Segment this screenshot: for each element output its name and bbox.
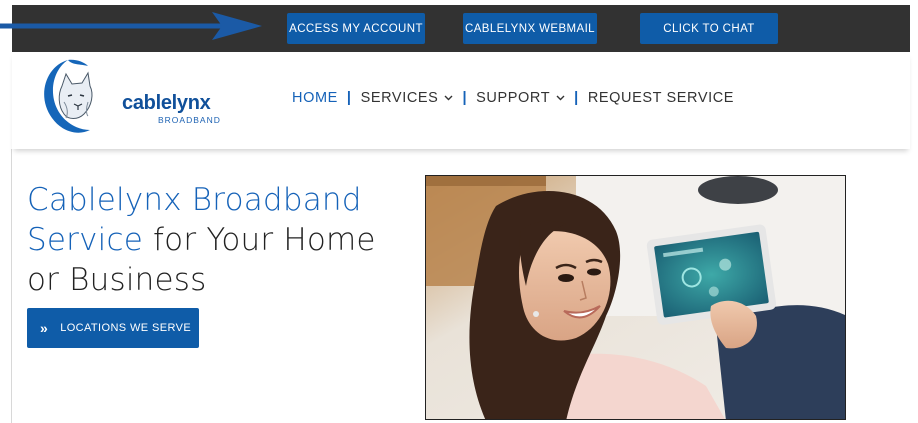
nav-divider: | (346, 90, 352, 106)
chevron-down-icon (444, 95, 453, 101)
woman-with-tablet-photo (425, 175, 846, 420)
cta-label: LOCATIONS WE SERVE (60, 322, 192, 334)
hero-image (426, 176, 845, 419)
site-header: cablelynx BROADBAND HOME | SERVICES | SU… (12, 52, 910, 149)
nav-divider: | (462, 90, 468, 106)
logo-wordmark: cablelynx (122, 92, 211, 114)
nav-divider: | (574, 90, 579, 106)
content-edge (11, 149, 12, 423)
double-chevron-right-icon: » (40, 320, 49, 336)
lynx-logo-icon (44, 59, 93, 133)
cablelynx-logo[interactable]: cablelynx BROADBAND (38, 56, 220, 136)
access-my-account-button[interactable]: ACCESS MY ACCOUNT (287, 13, 425, 44)
nav-item-services[interactable]: SERVICES (361, 90, 454, 106)
nav-item-label: SUPPORT (476, 90, 551, 106)
chevron-down-icon (556, 95, 565, 101)
locations-we-serve-button[interactable]: » LOCATIONS WE SERVE (27, 308, 199, 348)
main-nav: HOME | SERVICES | SUPPORT | REQUEST SERV… (292, 88, 734, 108)
hero-heading: Cablelynx Broadband Service for Your Hom… (27, 180, 407, 300)
logo-subtitle: BROADBAND (158, 115, 221, 125)
cablelynx-webmail-button[interactable]: CABLELYNX WEBMAIL (463, 13, 597, 44)
nav-item-label: SERVICES (360, 90, 439, 106)
nav-item-request-service[interactable]: REQUEST SERVICE (588, 90, 734, 106)
callout-arrow-icon (0, 12, 262, 40)
nav-item-support[interactable]: SUPPORT (476, 90, 565, 106)
nav-item-home[interactable]: HOME (292, 90, 338, 106)
click-to-chat-button[interactable]: CLICK TO CHAT (640, 13, 778, 44)
